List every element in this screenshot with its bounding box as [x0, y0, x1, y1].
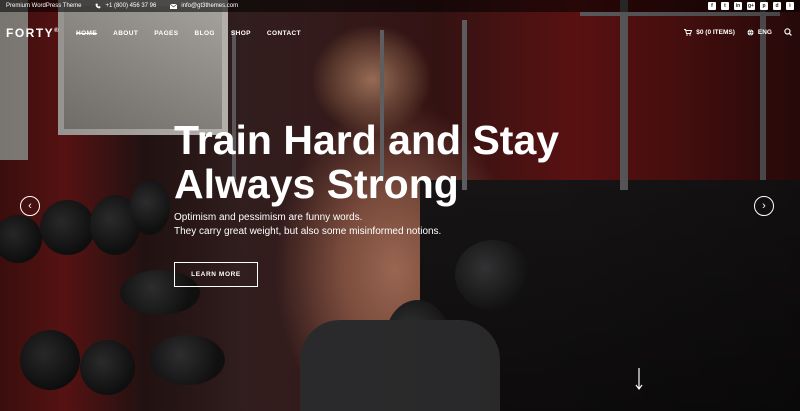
phone-number: +1 (800) 456 37 96 [105, 3, 157, 9]
phone-icon [96, 3, 101, 9]
language-label: ENG [757, 28, 772, 36]
menu: HOME ABOUT PAGES BLOG SHOP CONTACT [76, 30, 301, 37]
mail-icon [170, 3, 178, 9]
subtitle-line-2: They carry great weight, but also some m… [174, 226, 442, 237]
nav-utilities: $0 (0 ITEMS) ENG [684, 28, 792, 36]
search-icon[interactable] [784, 28, 792, 36]
top-bar: Premium WordPress Theme +1 (800) 456 37 … [0, 0, 800, 12]
subtitle-line-1: Optimism and pessimism are funny words. [174, 212, 363, 223]
linkedin-icon[interactable]: in [734, 2, 742, 10]
scroll-down-arrow-icon[interactable] [634, 367, 644, 391]
logo-text: FORTY [6, 26, 55, 40]
email-address: info@gt3themes.com [181, 3, 239, 9]
learn-more-button[interactable]: LEARN MORE [174, 262, 258, 287]
nav-item-home[interactable]: HOME [76, 30, 97, 37]
globe-icon [747, 28, 754, 36]
slider-next-button[interactable]: › [754, 196, 774, 216]
headline-line-1: Train Hard and Stay [174, 117, 560, 163]
chevron-left-icon: ‹ [28, 199, 32, 212]
hero-subtitle: Optimism and pessimism are funny words. … [174, 211, 494, 239]
pinterest-icon[interactable]: p [760, 2, 768, 10]
main-nav: FORTY® HOME ABOUT PAGES BLOG SHOP CONTAC… [0, 20, 800, 46]
chevron-right-icon: › [762, 199, 766, 212]
headline-line-2: Always Strong [174, 161, 459, 207]
cart-button[interactable]: $0 (0 ITEMS) [684, 29, 735, 36]
language-switcher[interactable]: ENG [747, 29, 772, 36]
nav-item-contact[interactable]: CONTACT [267, 30, 301, 37]
nav-item-blog[interactable]: BLOG [195, 30, 215, 37]
cart-summary: $0 (0 ITEMS) [696, 28, 735, 36]
email-link[interactable]: info@gt3themes.com [170, 0, 238, 12]
cart-icon [684, 28, 693, 36]
tagline: Premium WordPress Theme [6, 3, 82, 9]
instagram-icon[interactable]: i [786, 2, 794, 10]
hero-slider: Premium WordPress Theme +1 (800) 456 37 … [0, 0, 800, 411]
phone-link[interactable]: +1 (800) 456 37 96 [95, 0, 156, 12]
logo-mark: ® [54, 28, 61, 34]
hero-headline: Train Hard and Stay Always Strong [174, 118, 594, 206]
nav-item-about[interactable]: ABOUT [113, 30, 138, 37]
dribbble-icon[interactable]: d [773, 2, 781, 10]
social-links: f t in g+ p d i [708, 2, 794, 10]
site-logo[interactable]: FORTY® [6, 26, 60, 40]
slider-prev-button[interactable]: ‹ [20, 196, 40, 216]
twitter-icon[interactable]: t [721, 2, 729, 10]
nav-item-shop[interactable]: SHOP [231, 30, 251, 37]
google-plus-icon[interactable]: g+ [747, 2, 755, 10]
nav-item-pages[interactable]: PAGES [154, 30, 178, 37]
facebook-icon[interactable]: f [708, 2, 716, 10]
